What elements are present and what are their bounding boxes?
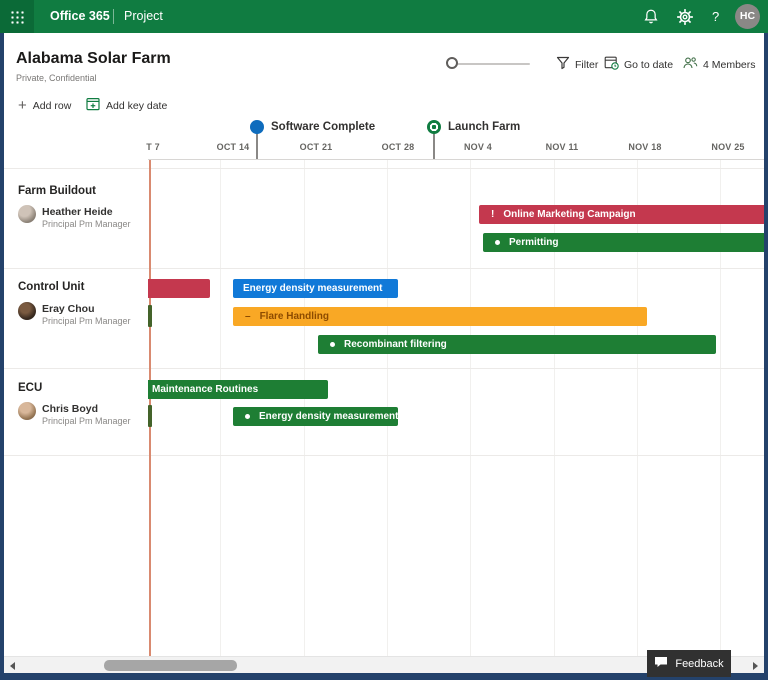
- calendar-clock-icon: [604, 55, 619, 75]
- speech-bubble-icon: [654, 656, 668, 671]
- scrollbar-thumb[interactable]: [104, 660, 237, 671]
- section-divider: [4, 168, 764, 169]
- go-to-date-label: Go to date: [624, 59, 673, 71]
- filter-button[interactable]: Filter: [556, 57, 598, 73]
- axis-tick-label: T 7: [121, 142, 185, 152]
- project-app-link[interactable]: Project: [124, 0, 163, 33]
- help-icon[interactable]: ?: [712, 0, 719, 33]
- axis-tick-label: NOV 11: [530, 142, 594, 152]
- status-dot-icon: [245, 414, 250, 419]
- owner-name: Chris Boyd: [42, 403, 98, 415]
- section-divider: [4, 368, 764, 369]
- axis-tick-label: NOV 4: [446, 142, 510, 152]
- owner-role: Principal Pm Manager: [42, 416, 131, 426]
- axis-tick-label: NOV 25: [696, 142, 760, 152]
- week-gridline: [220, 160, 221, 656]
- milestone-label: Launch Farm: [448, 121, 520, 133]
- calendar-plus-icon: [86, 97, 100, 116]
- task-bar-clipped-sliver[interactable]: [148, 405, 152, 427]
- task-bar-flare-handling[interactable]: – Flare Handling: [233, 307, 647, 326]
- task-bar-energy-density-measurement-ecu[interactable]: Energy density measurement: [233, 407, 398, 426]
- alert-exclamation-icon: !: [491, 209, 494, 220]
- members-people-icon: [682, 56, 698, 75]
- window-frame-right: [764, 33, 768, 680]
- axis-tick-label: OCT 21: [284, 142, 348, 152]
- section-name-ecu: ECU: [18, 382, 42, 394]
- task-bar-label: Maintenance Routines: [152, 384, 258, 395]
- office-365-brand: Office 365: [50, 0, 110, 33]
- task-bar-clipped-sliver[interactable]: [148, 305, 152, 327]
- project-app-window: Office 365 Project ? HC Alabama Solar Fa…: [0, 0, 768, 680]
- owner-role: Principal Pm Manager: [42, 316, 131, 326]
- section-name-farm-buildout: Farm Buildout: [18, 185, 96, 197]
- task-bar-label: Energy density measurement: [243, 283, 383, 294]
- feedback-button[interactable]: Feedback: [647, 650, 731, 677]
- dash-icon: –: [245, 311, 251, 322]
- topbar-divider: [113, 9, 114, 24]
- page-title: Alabama Solar Farm: [16, 50, 171, 68]
- task-bar-label: Online Marketing Campaign: [503, 209, 635, 220]
- task-bar-label: Energy density measurement: [259, 411, 398, 422]
- office-top-bar: Office 365 Project ? HC: [0, 0, 768, 33]
- task-bar-label: Recombinant filtering: [344, 339, 447, 350]
- members-button[interactable]: 4 Members: [682, 57, 756, 73]
- task-bar-permitting[interactable]: Permitting: [483, 233, 768, 252]
- app-launcher-button[interactable]: [0, 0, 34, 33]
- add-row-label: Add row: [33, 100, 72, 112]
- scroll-right-arrow[interactable]: [753, 662, 758, 670]
- account-avatar[interactable]: HC: [735, 4, 760, 29]
- status-dot-icon: [495, 240, 500, 245]
- go-to-date-button[interactable]: Go to date: [604, 57, 673, 73]
- add-key-date-button[interactable]: Add key date: [86, 98, 167, 114]
- timeline-zoom-slider-track[interactable]: [452, 63, 530, 65]
- owner-avatar: [18, 205, 36, 223]
- owner-name: Heather Heide: [42, 206, 113, 218]
- members-label: 4 Members: [703, 59, 756, 71]
- task-bar-label: Flare Handling: [260, 311, 329, 322]
- task-bar-online-marketing-campaign[interactable]: ! Online Marketing Campaign: [479, 205, 768, 224]
- task-bar-recombinant-filtering[interactable]: Recombinant filtering: [318, 335, 716, 354]
- settings-gear-icon[interactable]: [676, 8, 694, 26]
- section-name-control-unit: Control Unit: [18, 281, 84, 293]
- add-key-date-label: Add key date: [106, 100, 167, 112]
- notifications-bell-icon[interactable]: [642, 8, 660, 26]
- task-bar-clipped[interactable]: [148, 279, 210, 298]
- status-dot-icon: [330, 342, 335, 347]
- axis-tick-label: OCT 28: [366, 142, 430, 152]
- window-frame-left: [0, 33, 4, 680]
- task-bar-maintenance-routines[interactable]: Maintenance Routines: [148, 380, 328, 399]
- owner-avatar: [18, 402, 36, 420]
- waffle-icon: [10, 10, 24, 24]
- owner-avatar: [18, 302, 36, 320]
- axis-tick-label: NOV 18: [613, 142, 677, 152]
- add-row-button[interactable]: + Add row: [18, 98, 71, 114]
- axis-baseline: [148, 159, 764, 160]
- axis-tick-label: OCT 14: [201, 142, 265, 152]
- section-divider: [4, 268, 764, 269]
- feedback-label: Feedback: [675, 658, 723, 670]
- privacy-label: Private, Confidential: [16, 73, 97, 83]
- task-bar-label: Permitting: [509, 237, 558, 248]
- milestone-label: Software Complete: [271, 121, 375, 133]
- week-gridline: [470, 160, 471, 656]
- section-divider: [4, 455, 764, 456]
- milestone-marker-software-complete[interactable]: [250, 120, 264, 134]
- filter-label: Filter: [575, 59, 598, 71]
- task-bar-energy-density-measurement[interactable]: Energy density measurement: [233, 279, 398, 298]
- scroll-left-arrow[interactable]: [10, 662, 15, 670]
- milestone-marker-launch-farm[interactable]: [427, 120, 441, 134]
- owner-name: Eray Chou: [42, 303, 95, 315]
- owner-role: Principal Pm Manager: [42, 219, 131, 229]
- filter-funnel-icon: [556, 56, 570, 75]
- plus-icon: +: [18, 99, 27, 113]
- timeline-zoom-slider-handle[interactable]: [446, 57, 458, 69]
